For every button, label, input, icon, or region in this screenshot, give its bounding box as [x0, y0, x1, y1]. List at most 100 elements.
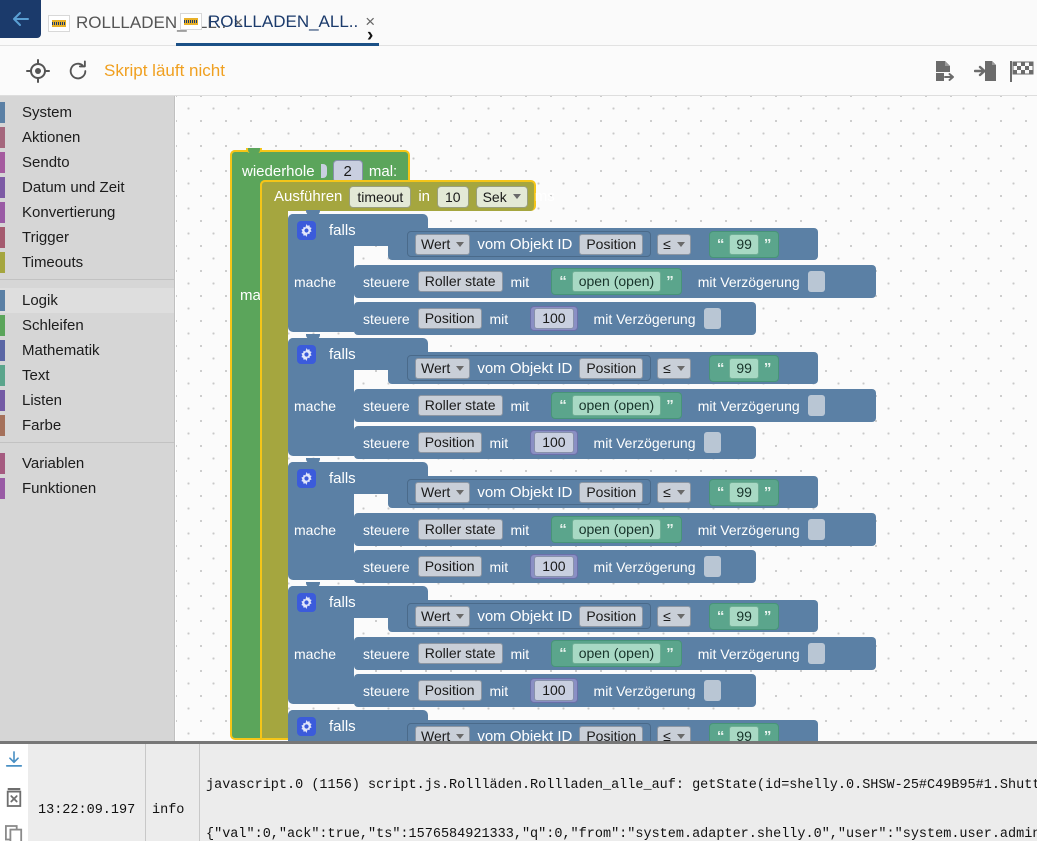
block-if-4[interactable]: falls mache Wert vom Objekt ID Position: [288, 582, 876, 707]
statement-target-field[interactable]: Position: [417, 680, 482, 701]
delay-socket[interactable]: [703, 432, 721, 453]
download-log-button[interactable]: [5, 751, 23, 774]
copy-log-button[interactable]: [5, 825, 23, 841]
value-getter-dropdown[interactable]: Wert: [415, 605, 471, 627]
text-literal-block[interactable]: “ open (open) ”: [551, 392, 682, 419]
toolbox-item-listen[interactable]: Listen: [0, 388, 174, 413]
comparison-operator-dropdown[interactable]: ≤: [657, 481, 691, 503]
delay-socket[interactable]: [703, 308, 721, 329]
statement-control-roller-state[interactable]: steuere Roller state mit “ open (open) ”…: [354, 637, 876, 670]
timeout-unit-dropdown[interactable]: Sek: [475, 185, 528, 208]
value-getter-dropdown[interactable]: Wert: [415, 725, 471, 741]
text-literal-block[interactable]: “ open (open) ”: [551, 516, 682, 543]
blockly-workspace[interactable]: wiederhole 2 mal: mache Ausführen timeou…: [176, 96, 1037, 741]
delay-socket[interactable]: [703, 556, 721, 577]
text-literal-field[interactable]: 99: [729, 481, 759, 503]
toolbox-item-system[interactable]: System: [0, 100, 174, 125]
toolbox-item-logik[interactable]: Logik: [0, 288, 174, 313]
toolbox-item-farbe[interactable]: Farbe: [0, 413, 174, 438]
toolbox-item-schleifen[interactable]: Schleifen: [0, 313, 174, 338]
comparison-operator-dropdown[interactable]: ≤: [657, 725, 691, 741]
delay-socket[interactable]: [807, 643, 825, 664]
gear-icon[interactable]: [297, 220, 316, 240]
text-literal-field[interactable]: 99: [729, 725, 759, 741]
text-literal-field[interactable]: open (open): [571, 395, 662, 416]
number-literal-block[interactable]: 100: [530, 678, 578, 703]
object-id-field[interactable]: Position: [579, 725, 644, 741]
toolbox-item-funktionen[interactable]: Funktionen: [0, 476, 174, 501]
text-literal-block[interactable]: “ 99 ”: [708, 602, 780, 630]
gear-icon[interactable]: [297, 344, 316, 364]
toolbox-item-aktionen[interactable]: Aktionen: [0, 125, 174, 150]
statement-target-field[interactable]: Roller state: [417, 643, 503, 664]
toolbox-item-sendto[interactable]: Sendto: [0, 150, 174, 175]
toolbox-item-timeouts[interactable]: Timeouts: [0, 250, 174, 275]
text-literal-block[interactable]: “ open (open) ”: [551, 640, 682, 667]
value-getter-dropdown[interactable]: Wert: [415, 481, 471, 503]
block-timeout-body[interactable]: [260, 180, 288, 740]
block-if-3[interactable]: falls mache Wert vom Objekt ID Position: [288, 458, 876, 583]
statement-target-field[interactable]: Roller state: [417, 519, 503, 540]
tab-overflow-chevron-icon[interactable]: ›: [367, 26, 373, 45]
comparison-operator-dropdown[interactable]: ≤: [657, 233, 691, 255]
locate-button[interactable]: [18, 58, 58, 83]
comparison-operator-dropdown[interactable]: ≤: [657, 357, 691, 379]
timeout-name-field[interactable]: timeout: [349, 185, 412, 208]
object-id-field[interactable]: Position: [579, 605, 644, 627]
number-literal-field[interactable]: 100: [534, 556, 574, 577]
text-literal-block[interactable]: “ 99 ”: [708, 722, 780, 741]
get-object-value-block[interactable]: Wert vom Objekt ID Position: [407, 479, 652, 505]
timeout-value-field[interactable]: 10: [437, 185, 469, 208]
number-literal-block[interactable]: 100: [530, 554, 578, 579]
block-if-5[interactable]: falls Wert vom Objekt ID Position ≤ “ 99…: [288, 710, 848, 741]
gear-icon[interactable]: [297, 592, 316, 612]
back-button[interactable]: [0, 0, 41, 38]
value-getter-dropdown[interactable]: Wert: [415, 357, 471, 379]
delay-socket[interactable]: [807, 519, 825, 540]
delay-socket[interactable]: [807, 395, 825, 416]
toolbox-item-mathematik[interactable]: Mathematik: [0, 338, 174, 363]
text-literal-block[interactable]: “ 99 ”: [708, 478, 780, 506]
if-condition[interactable]: Wert vom Objekt ID Position ≤ “ 99 ”: [388, 476, 818, 508]
statement-target-field[interactable]: Position: [417, 432, 482, 453]
clear-log-button[interactable]: [5, 787, 23, 812]
if-condition[interactable]: Wert vom Objekt ID Position ≤ “ 99 ”: [388, 720, 818, 741]
object-id-field[interactable]: Position: [579, 481, 644, 503]
get-object-value-block[interactable]: Wert vom Objekt ID Position: [407, 603, 652, 629]
statement-control-roller-state[interactable]: steuere Roller state mit “ open (open) ”…: [354, 389, 876, 422]
number-literal-block[interactable]: 100: [530, 306, 578, 331]
text-literal-field[interactable]: open (open): [571, 271, 662, 292]
if-condition[interactable]: Wert vom Objekt ID Position ≤ “ 99 ”: [388, 600, 818, 632]
statement-control-position[interactable]: steuere Position mit 100 mit Verzögerung: [354, 550, 756, 583]
statement-control-position[interactable]: steuere Position mit 100 mit Verzögerung: [354, 302, 756, 335]
log-table[interactable]: 13:22:09.197 info javascript.0 (1156) sc…: [28, 744, 1037, 841]
export-button[interactable]: [923, 59, 965, 83]
statement-target-field[interactable]: Roller state: [417, 271, 503, 292]
tab-script-2[interactable]: ROLLLADEN_ALL.. ×: [176, 0, 380, 46]
number-literal-field[interactable]: 100: [534, 680, 574, 701]
toolbox-item-text[interactable]: Text: [0, 363, 174, 388]
object-id-field[interactable]: Position: [579, 233, 644, 255]
text-literal-block[interactable]: “ 99 ”: [708, 354, 780, 382]
number-literal-block[interactable]: 100: [530, 430, 578, 455]
statement-target-field[interactable]: Roller state: [417, 395, 503, 416]
toolbox-item-trigger[interactable]: Trigger: [0, 225, 174, 250]
statement-control-roller-state[interactable]: steuere Roller state mit “ open (open) ”…: [354, 265, 876, 298]
gear-icon[interactable]: [297, 716, 316, 736]
text-literal-field[interactable]: open (open): [571, 519, 662, 540]
gear-icon[interactable]: [297, 468, 316, 488]
toolbox-item-variablen[interactable]: Variablen: [0, 451, 174, 476]
get-object-value-block[interactable]: Wert vom Objekt ID Position: [407, 723, 652, 741]
import-button[interactable]: [965, 59, 1007, 83]
statement-target-field[interactable]: Position: [417, 308, 482, 329]
text-literal-field[interactable]: open (open): [571, 643, 662, 664]
text-literal-block[interactable]: “ open (open) ”: [551, 268, 682, 295]
toolbox-item-konvertierung[interactable]: Konvertierung: [0, 200, 174, 225]
number-literal-field[interactable]: 100: [534, 308, 574, 329]
statement-control-position[interactable]: steuere Position mit 100 mit Verzögerung: [354, 674, 756, 707]
block-if-1[interactable]: falls mache Wert vom Objekt ID Position: [288, 210, 876, 335]
statement-target-field[interactable]: Position: [417, 556, 482, 577]
value-getter-dropdown[interactable]: Wert: [415, 233, 471, 255]
text-literal-block[interactable]: “ 99 ”: [708, 230, 780, 258]
toolbox-item-datum-und-zeit[interactable]: Datum und Zeit: [0, 175, 174, 200]
